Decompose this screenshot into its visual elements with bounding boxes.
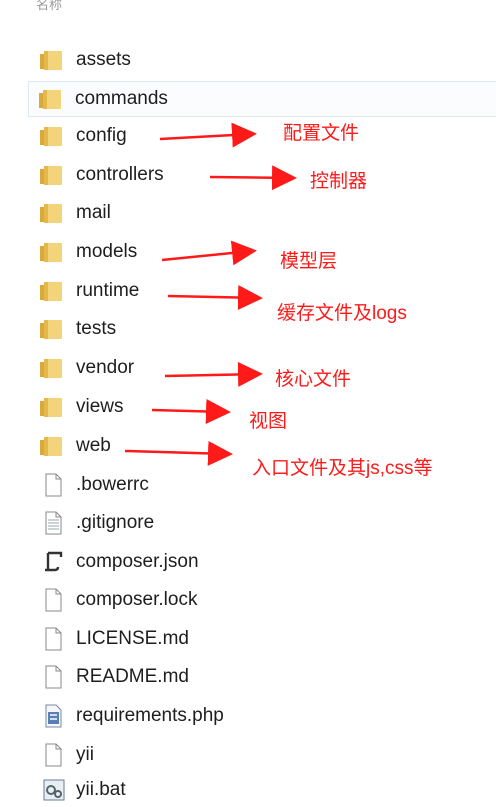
annotation-runtime: 缓存文件及logs xyxy=(277,303,407,324)
annotation-views: 视图 xyxy=(249,411,288,432)
annotation-vendor: 核心文件 xyxy=(275,369,352,390)
annotation-web: 入口文件及其js,css等 xyxy=(252,458,433,479)
arrow-vendor xyxy=(164,361,263,387)
arrow-models xyxy=(161,240,257,266)
annotation-controllers: 控制器 xyxy=(310,171,368,192)
arrow-web xyxy=(124,440,233,466)
annotation-arrows xyxy=(124,122,297,466)
arrow-views xyxy=(151,398,231,424)
arrow-controllers xyxy=(209,165,297,191)
annotation-models: 模型层 xyxy=(280,251,338,272)
annotation-config: 配置文件 xyxy=(283,123,360,144)
arrow-runtime xyxy=(167,285,263,311)
arrow-config xyxy=(159,122,257,148)
